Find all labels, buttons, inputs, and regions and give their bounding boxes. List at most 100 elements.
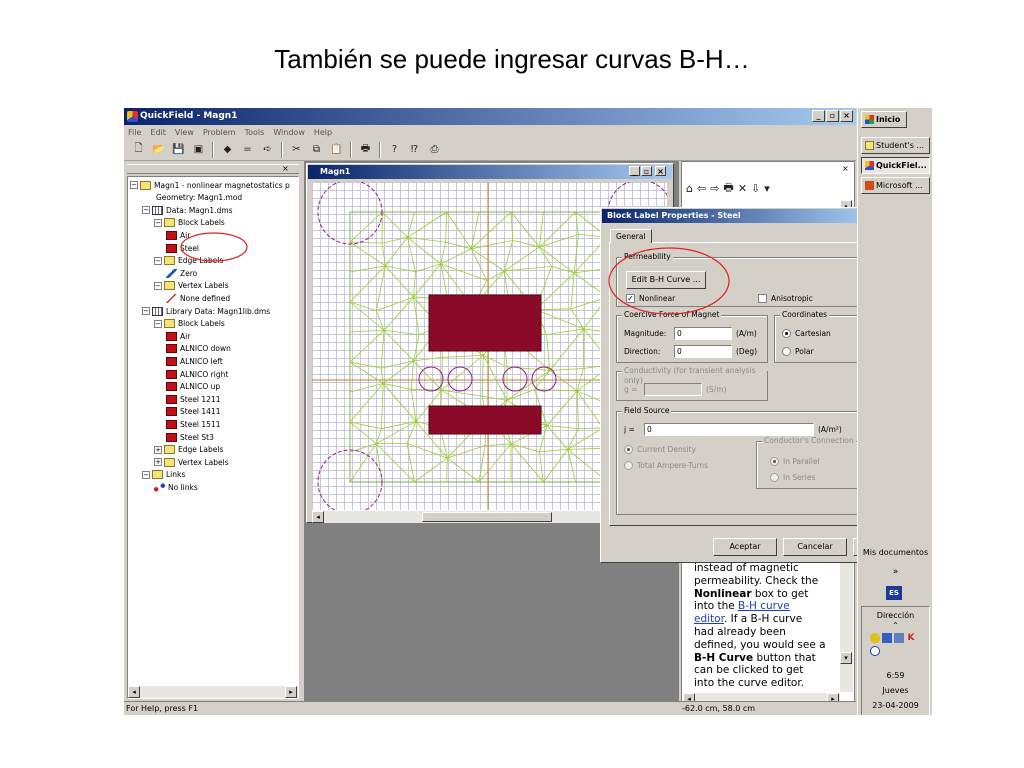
tray-chevron-icon[interactable]: ⌃ bbox=[862, 621, 929, 630]
editor-link[interactable]: editor bbox=[694, 613, 724, 625]
monitor-icon[interactable] bbox=[894, 633, 904, 643]
tree-item[interactable]: ALNICO up bbox=[166, 381, 220, 393]
context-help-icon[interactable]: ⁉ bbox=[406, 141, 423, 158]
back-icon[interactable]: ⇦ bbox=[697, 182, 706, 195]
menu-view[interactable]: View bbox=[175, 128, 194, 137]
bh-curve-link[interactable]: B-H curve bbox=[738, 600, 790, 612]
magn1-close-button[interactable]: × bbox=[655, 166, 666, 176]
tree-item[interactable]: Steel 1411 bbox=[166, 406, 221, 418]
tree-item[interactable]: − Block Labels bbox=[154, 318, 225, 330]
collapse-icon[interactable]: − bbox=[154, 319, 162, 328]
cancel-button[interactable]: Cancelar bbox=[783, 538, 847, 556]
tree-item[interactable]: + Edge Labels bbox=[154, 444, 223, 456]
tree-item[interactable]: No links bbox=[154, 481, 198, 493]
tree-item[interactable]: Geometry: Magn1.mod bbox=[142, 192, 242, 204]
shield-icon[interactable] bbox=[870, 633, 880, 643]
collapse-icon[interactable]: − bbox=[154, 218, 162, 227]
collapse-icon[interactable]: − bbox=[142, 307, 150, 315]
direccion-label[interactable]: Dirección bbox=[862, 611, 929, 620]
clock-icon[interactable] bbox=[870, 646, 880, 656]
tree-item[interactable]: ALNICO right bbox=[166, 368, 228, 380]
tree-item[interactable]: − Vertex Labels bbox=[154, 280, 229, 292]
app-titlebar[interactable]: QuickField - Magn1 bbox=[124, 108, 856, 125]
forward-icon[interactable]: ⇨ bbox=[710, 182, 719, 195]
magnitude-field[interactable]: 0 bbox=[674, 327, 732, 340]
field-source-field[interactable]: 0 bbox=[644, 423, 814, 436]
tree-item[interactable]: − Data: Magn1.dms bbox=[142, 204, 233, 216]
cartesian-radio[interactable] bbox=[782, 329, 791, 338]
open-folder-icon[interactable]: 📂 bbox=[150, 141, 167, 158]
menu-window[interactable]: Window bbox=[273, 128, 305, 137]
dialog-titlebar[interactable]: Block Label Properties - Steel bbox=[602, 209, 868, 223]
tab-general[interactable]: General bbox=[610, 229, 652, 243]
menu-edit[interactable]: Edit bbox=[150, 128, 166, 137]
print-icon[interactable]: 🖶 bbox=[723, 179, 733, 198]
start-button[interactable]: Inicio bbox=[861, 111, 907, 128]
collapse-icon[interactable]: − bbox=[142, 470, 150, 479]
scroll-right-icon[interactable]: ▸ bbox=[285, 686, 297, 698]
canvas-scroll-left-icon[interactable]: ◂ bbox=[312, 511, 324, 523]
arrow-icon[interactable]: ➪ bbox=[259, 141, 276, 158]
tree-item[interactable]: Zero bbox=[166, 267, 197, 279]
paste-icon[interactable]: 📋 bbox=[328, 141, 345, 158]
close-icon[interactable]: ✕ bbox=[738, 182, 747, 195]
expand-icon[interactable]: + bbox=[154, 445, 162, 454]
menu-problem[interactable]: Problem bbox=[203, 128, 236, 137]
menu-help[interactable]: Help bbox=[314, 128, 332, 137]
help-icon[interactable]: ? bbox=[386, 141, 403, 158]
polar-radio[interactable] bbox=[782, 347, 791, 356]
dropdown-icon[interactable]: ▾ bbox=[764, 182, 770, 195]
tree-hscrollbar[interactable]: ◂ ▸ bbox=[128, 685, 298, 698]
minimize-button[interactable]: _ bbox=[812, 110, 825, 122]
about-icon[interactable]: ⎙ bbox=[426, 141, 443, 158]
tree-item[interactable]: ALNICO down bbox=[166, 343, 231, 355]
magn1-titlebar[interactable]: Magn1 bbox=[308, 165, 672, 179]
home-icon[interactable]: ⌂ bbox=[686, 182, 693, 195]
ok-button[interactable]: Aceptar bbox=[713, 538, 777, 556]
language-indicator[interactable]: ES bbox=[886, 586, 902, 600]
network-icon[interactable] bbox=[882, 633, 892, 643]
toolbar-chevron-icon[interactable]: » bbox=[860, 567, 931, 577]
equals-icon[interactable]: = bbox=[239, 141, 256, 158]
collapse-icon[interactable]: − bbox=[154, 256, 162, 265]
print-icon[interactable]: 🖶 bbox=[357, 141, 374, 158]
tree-item[interactable]: None defined bbox=[166, 292, 230, 304]
tree-item[interactable]: ALNICO left bbox=[166, 355, 223, 367]
collapse-icon[interactable]: − bbox=[142, 206, 150, 215]
antivirus-icon[interactable]: K bbox=[906, 633, 916, 643]
menu-tools[interactable]: Tools bbox=[245, 128, 265, 137]
help-scroll-down-icon[interactable]: ▾ bbox=[840, 652, 852, 664]
scroll-left-icon[interactable]: ◂ bbox=[128, 686, 140, 698]
tree-item[interactable]: − Library Data: Magn1lib.dms bbox=[142, 305, 270, 317]
tree-item[interactable]: − Block Labels bbox=[154, 217, 225, 229]
maximize-button[interactable]: ▫ bbox=[826, 110, 839, 122]
tree-item[interactable]: Steel 1511 bbox=[166, 418, 221, 430]
close-button[interactable]: × bbox=[840, 110, 853, 122]
magn1-minimize-button[interactable]: _ bbox=[629, 166, 640, 176]
menu-file[interactable]: File bbox=[128, 128, 141, 137]
clock-time[interactable]: 6:59 bbox=[862, 671, 929, 680]
collapse-icon[interactable]: − bbox=[130, 181, 138, 189]
tree-item[interactable]: + Vertex Labels bbox=[154, 456, 229, 468]
taskbar-item-quickfield[interactable]: QuickFiel... bbox=[861, 157, 930, 174]
help-panel-close-icon[interactable]: ⨯ bbox=[842, 164, 849, 173]
tree-item[interactable]: Steel 1211 bbox=[166, 393, 221, 405]
save-icon[interactable]: 💾 bbox=[170, 141, 187, 158]
tree-item[interactable]: − Magn1 - nonlinear magnetostatics p bbox=[130, 179, 290, 191]
save-all-icon[interactable]: ▣ bbox=[190, 141, 207, 158]
taskbar-item-students[interactable]: Student's ... bbox=[861, 137, 930, 154]
tree-item[interactable]: Steel St3 bbox=[166, 431, 214, 443]
taskbar-item-microsoft[interactable]: Microsoft ... bbox=[861, 177, 930, 194]
collapse-icon[interactable]: − bbox=[154, 281, 162, 290]
cut-icon[interactable]: ✂ bbox=[288, 141, 305, 158]
geometry-icon[interactable]: ◆ bbox=[219, 141, 236, 158]
mis-documentos-label[interactable]: Mis documentos bbox=[860, 548, 931, 557]
magn1-maximize-button[interactable]: ▫ bbox=[641, 166, 652, 176]
tree-item[interactable]: − Links bbox=[142, 469, 185, 481]
anisotropic-checkbox[interactable] bbox=[758, 294, 767, 303]
tree-panel-close-icon[interactable]: ⨯ bbox=[282, 164, 289, 173]
copy-icon[interactable]: ⧉ bbox=[308, 141, 325, 158]
expand-icon[interactable]: + bbox=[154, 458, 162, 467]
tree-item[interactable]: Air bbox=[166, 330, 190, 342]
canvas-scroll-thumb[interactable] bbox=[422, 512, 552, 522]
